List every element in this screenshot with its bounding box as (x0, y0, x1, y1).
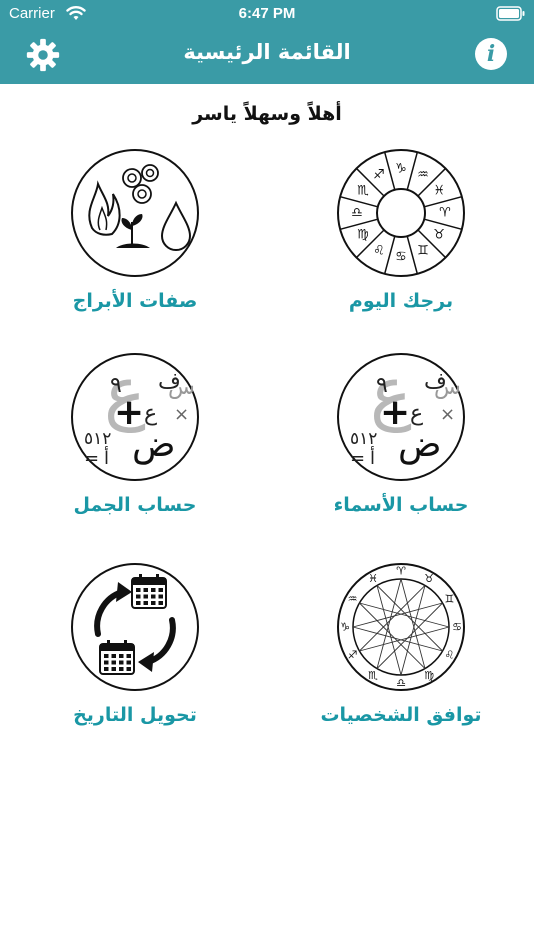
times-sign: × (174, 404, 189, 425)
tile-label: تحويل التاريخ (73, 704, 197, 726)
zodiac-sign: ♍ (424, 669, 434, 682)
zodiac-compatibility-icon: ♈ ♉ ♊ ♋ ♌ ♍ ♎ ♏ ♐ ♑ ♒ ♓ (337, 563, 465, 691)
tile-compatibility[interactable]: ♈ ♉ ♊ ♋ ♌ ♍ ♎ ♏ ♐ ♑ ♒ ♓ توافق الشخصيات (286, 562, 516, 726)
zodiac-sign: ♉ (433, 228, 445, 243)
zodiac-sign: ♎ (351, 206, 363, 221)
zodiac-sign: ♏ (357, 184, 369, 199)
calendar-day (143, 588, 148, 592)
seen-letter: س (434, 375, 461, 400)
calendar-day (119, 667, 124, 671)
tile-zodiac-traits[interactable]: صفات الأبراج (20, 148, 250, 312)
calendar-ring (156, 574, 159, 582)
tile-daily-horoscope[interactable]: ♒ ♓ ♈ ♉ ♊ ♋ ♌ ♍ ♎ ♏ ♐ ♑ برجك اليوم (286, 148, 516, 312)
ain-letter: ع (410, 401, 423, 426)
tile-label: صفات الأبراج (72, 290, 198, 312)
times-sign: × (440, 404, 455, 425)
zodiac-sign: ♑ (340, 621, 350, 634)
calendar-day (111, 654, 116, 658)
zodiac-sign: ♊ (445, 593, 455, 606)
tile-label: حساب الأسماء (333, 494, 469, 516)
zodiac-sign: ♒ (417, 167, 429, 182)
calendar-day (119, 654, 124, 658)
zodiac-sign: ♋ (452, 621, 462, 634)
zodiac-sign: ♐ (373, 167, 385, 182)
number-512: ٥١٢ (350, 429, 377, 449)
calendar-day (119, 660, 124, 665)
calendar-day (126, 654, 131, 658)
tile-label: حساب الجمل (73, 494, 197, 516)
tile-label: توافق الشخصيات (320, 704, 482, 726)
zodiac-sign: ♑ (395, 162, 407, 177)
calendar-ring (139, 574, 142, 582)
calendar-day (104, 667, 109, 671)
calendar-day (104, 660, 109, 665)
calendar-day (136, 594, 141, 599)
zodiac-sign: ♈ (396, 565, 406, 578)
zodiac-sign: ♏ (368, 669, 378, 682)
calendar-day (151, 601, 156, 605)
alif-letter: أ (104, 446, 109, 469)
calendar-ring (124, 640, 127, 648)
elements-icon (71, 149, 199, 277)
zodiac-sign: ♌ (373, 244, 385, 259)
greeting-text: أهلاً وسهلاً ياسر (192, 103, 342, 125)
letters-numbers-icon: ع ف ٩ س + ع × ض ٥١٢ أ = (71, 352, 199, 481)
zodiac-sign: ♈ (439, 206, 451, 221)
zodiac-sign: ♓ (433, 184, 445, 199)
ain-letter: ع (144, 401, 157, 426)
zodiac-sign: ♒ (348, 593, 358, 606)
equals-sign: = (350, 448, 365, 469)
calendar-day (143, 594, 148, 599)
zodiac-sign: ♓ (368, 572, 378, 585)
calendar-day (136, 601, 141, 605)
zodiac-sign: ♐ (348, 649, 358, 662)
clock: 6:47 PM (238, 5, 296, 22)
calendar-convert-icon (71, 563, 199, 691)
zodiac-sign: ♊ (417, 244, 429, 259)
zodiac-sign: ♍ (357, 228, 369, 243)
zodiac-wheel-icon: ♒ ♓ ♈ ♉ ♊ ♋ ♌ ♍ ♎ ♏ ♐ ♑ (337, 149, 465, 277)
calendar-day (111, 660, 116, 665)
calendar-day (151, 594, 156, 599)
battery-icon (496, 6, 525, 21)
calendar-day (151, 588, 156, 592)
calendar-day (126, 667, 131, 671)
tile-label: برجك اليوم (348, 290, 454, 312)
calendar-day (143, 601, 148, 605)
tile-abjad-calculation[interactable]: ع ف ٩ س + ع × ض ٥١٢ أ = حساب الجمل (20, 352, 250, 516)
page-title: القائمة الرئيسية (183, 40, 351, 64)
calendar-day (158, 601, 163, 605)
dad-letter: ض (132, 424, 176, 465)
calendar-day (104, 654, 109, 658)
info-button[interactable]: i (475, 38, 507, 70)
status-bar: Carrier 6:47 PM (0, 0, 534, 28)
tile-date-conversion[interactable]: تحويل التاريخ (20, 562, 250, 726)
calendar-day (126, 660, 131, 665)
calendar-day (158, 588, 163, 592)
dad-letter: ض (398, 424, 442, 465)
nav-bar: القائمة الرئيسية i (0, 28, 534, 84)
calendar-day (158, 594, 163, 599)
zodiac-sign: ♋ (395, 250, 407, 265)
alif-letter: أ (370, 446, 375, 469)
zodiac-sign: ♉ (424, 572, 434, 585)
letters-numbers-icon: ع ف ٩ س + ع × ض ٥١٢ أ = (337, 352, 465, 481)
calendar-day (111, 667, 116, 671)
calendar-day (136, 588, 141, 592)
zodiac-sign: ♌ (445, 649, 455, 662)
calendar-header (100, 644, 134, 651)
seen-letter: س (168, 375, 195, 400)
calendar-header (132, 578, 166, 585)
calendar-ring (107, 640, 110, 648)
tile-name-calculation[interactable]: ع ف ٩ س + ع × ض ٥١٢ أ = حساب الأسماء (286, 352, 516, 516)
zodiac-sign: ♎ (396, 677, 406, 690)
equals-sign: = (84, 448, 99, 469)
number-512: ٥١٢ (84, 429, 111, 449)
